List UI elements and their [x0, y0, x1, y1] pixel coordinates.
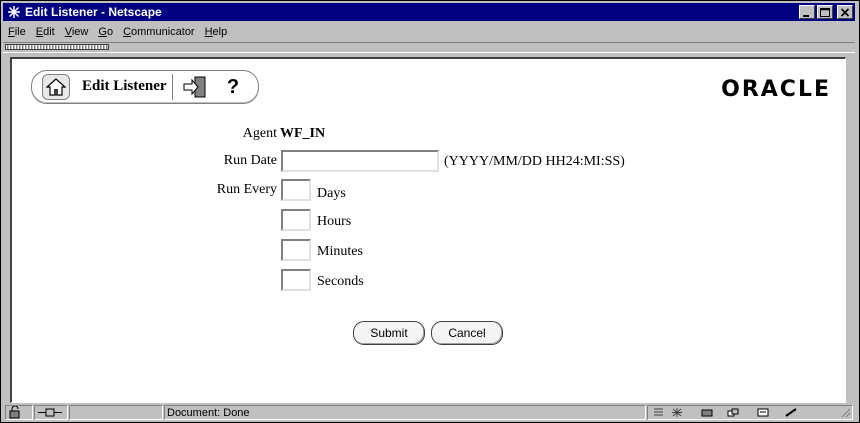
menu-file-accel: F — [8, 26, 15, 38]
minutes-label: Minutes — [317, 244, 363, 259]
connection-icon — [38, 408, 62, 417]
agent-label: Agent — [242, 126, 277, 141]
page-content: Edit Listener ? ORACLE Agent WF_IN Run D… — [10, 57, 846, 403]
run-date-label: Run Date — [223, 153, 277, 168]
connection-cell — [34, 405, 68, 420]
progress-cell — [69, 405, 163, 420]
pen-icon[interactable] — [785, 408, 797, 417]
netscape-icon — [8, 6, 20, 18]
menu-file-rest: ile — [14, 26, 26, 38]
toolbar-grip[interactable] — [5, 44, 109, 50]
mailbox-icon[interactable] — [701, 408, 713, 417]
menu-go-rest: o — [106, 26, 114, 38]
home-button[interactable] — [42, 74, 70, 100]
security-cell[interactable] — [5, 405, 33, 420]
home-icon — [46, 78, 66, 96]
browser-window: Edit Listener - Netscape File Edit View … — [0, 0, 860, 423]
title-bar: Edit Listener - Netscape — [3, 3, 855, 21]
menu-communicator[interactable]: Communicator — [118, 24, 200, 40]
hours-label: Hours — [317, 214, 352, 229]
page-toolbar: Edit Listener ? — [31, 70, 259, 104]
navigator-icon[interactable] — [671, 408, 683, 417]
minimize-button[interactable] — [799, 5, 815, 19]
menu-view[interactable]: View — [60, 24, 94, 40]
minimize-icon — [803, 15, 809, 17]
maximize-icon — [820, 8, 830, 17]
hours-input[interactable] — [281, 209, 311, 231]
menu-edit-accel: E — [35, 26, 44, 38]
run-date-format-hint: (YYYY/MM/DD HH24:MI:SS) — [444, 154, 625, 169]
seconds-label: Seconds — [317, 274, 364, 289]
agent-value: WF_IN — [280, 126, 326, 141]
help-icon: ? — [226, 75, 240, 98]
resize-grip-icon[interactable] — [839, 408, 851, 417]
oracle-logo: ORACLE — [721, 77, 831, 102]
component-grip-icon — [654, 408, 663, 416]
menu-edit-rest: dit — [43, 26, 55, 38]
menu-help[interactable]: Help — [200, 24, 233, 40]
menu-go-accel: G — [98, 26, 107, 38]
cancel-button[interactable]: Cancel — [431, 321, 503, 345]
menu-view-rest: iew — [71, 26, 89, 38]
status-bar: Document: Done — [3, 405, 855, 421]
menu-communicator-rest: ommunicator — [131, 26, 195, 38]
help-button[interactable]: ? — [218, 74, 248, 100]
menu-help-accel: H — [204, 26, 213, 38]
menu-edit[interactable]: Edit — [31, 24, 60, 40]
exit-button[interactable] — [180, 74, 210, 100]
status-text: Document: Done — [167, 407, 250, 419]
exit-icon — [183, 76, 206, 98]
discussion-icon[interactable] — [727, 408, 739, 417]
days-input[interactable] — [281, 179, 311, 201]
minutes-input[interactable] — [281, 239, 311, 261]
close-icon — [840, 8, 850, 17]
close-button[interactable] — [837, 5, 853, 19]
menu-go[interactable]: Go — [93, 24, 118, 40]
security-lock-icon — [9, 405, 20, 419]
menu-view-accel: V — [64, 26, 72, 38]
toolbar-strip — [3, 42, 855, 53]
toolbar-divider — [172, 74, 173, 100]
menu-bar: File Edit View Go Communicator Help — [3, 23, 855, 41]
menu-help-rest: elp — [212, 26, 228, 38]
page-toolbar-title: Edit Listener — [82, 78, 167, 94]
menu-communicator-accel: C — [123, 26, 132, 38]
window-title: Edit Listener - Netscape — [25, 5, 162, 19]
maximize-button[interactable] — [817, 5, 833, 19]
days-label: Days — [317, 186, 346, 201]
seconds-input[interactable] — [281, 269, 311, 291]
menu-file[interactable]: File — [3, 24, 31, 40]
submit-button[interactable]: Submit — [353, 321, 425, 345]
composer-icon[interactable] — [757, 408, 769, 417]
run-every-label: Run Every — [216, 182, 277, 197]
run-date-input[interactable] — [281, 150, 439, 172]
